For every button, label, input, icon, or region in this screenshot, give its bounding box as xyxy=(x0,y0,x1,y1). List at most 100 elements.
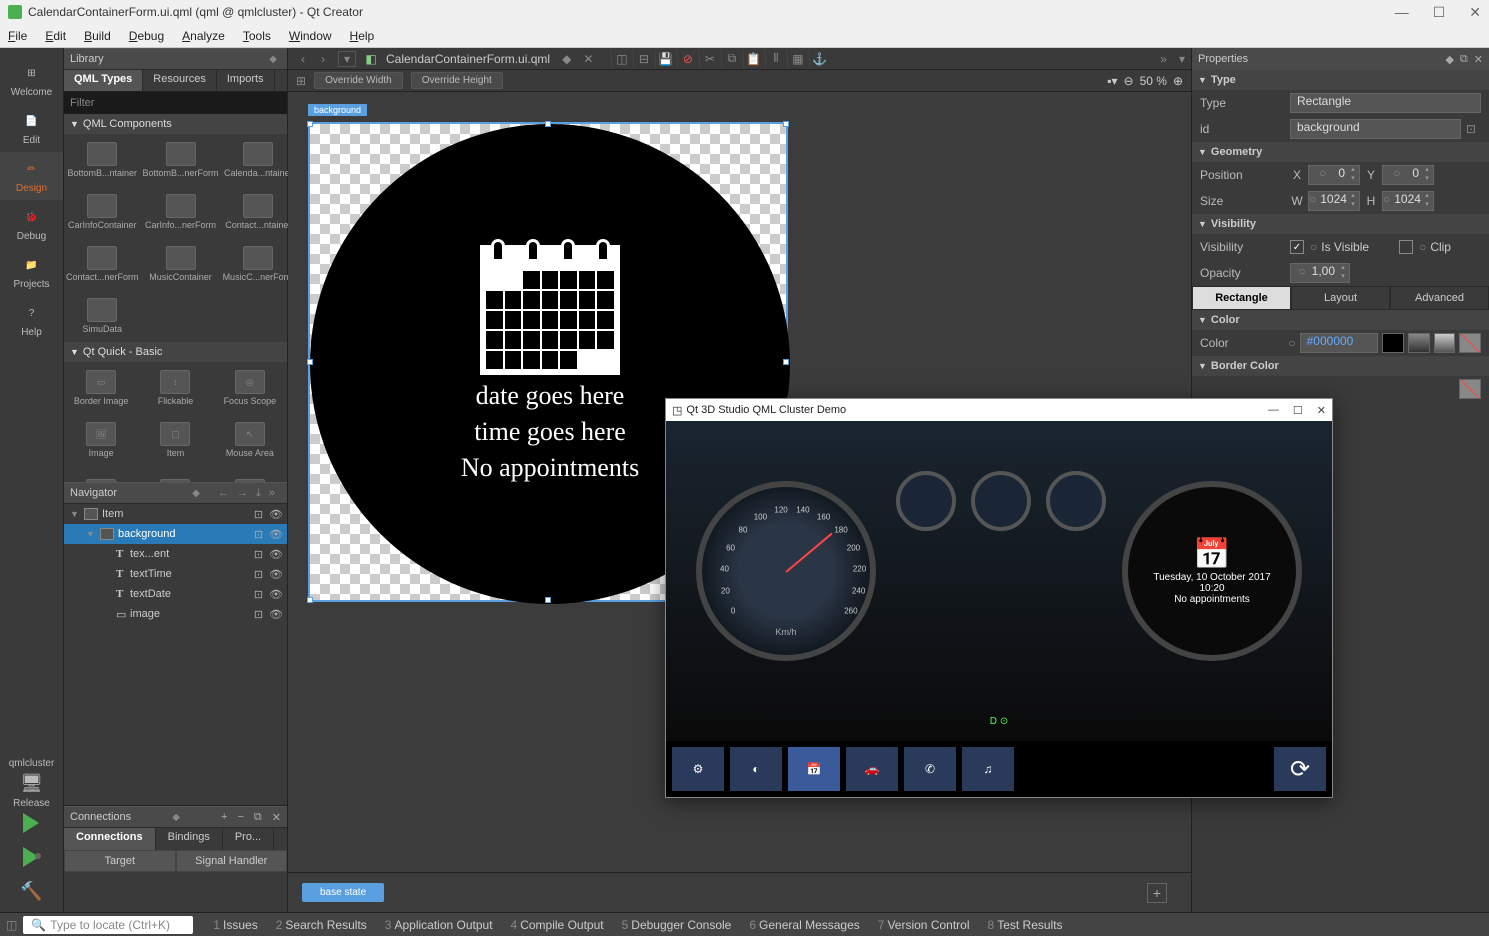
phone-button[interactable]: ✆ xyxy=(904,747,956,791)
speed-button[interactable]: ◐ xyxy=(730,747,782,791)
close-icon[interactable]: ✕ xyxy=(1317,404,1326,417)
tab-qml-types[interactable]: QML Types xyxy=(64,70,143,91)
zoom-inc-icon[interactable]: ⊕ xyxy=(1173,74,1183,88)
export-icon[interactable]: ⊡ xyxy=(254,568,263,581)
add-icon[interactable]: + xyxy=(221,811,227,824)
x-input[interactable]: ○0▴▾ xyxy=(1308,165,1360,185)
minimize-icon[interactable]: — xyxy=(1395,4,1409,21)
component-item[interactable]: Contact...ntainer xyxy=(221,186,297,238)
split-h-icon[interactable]: ◫ xyxy=(611,50,631,68)
output-pane-tab[interactable]: 1Issues xyxy=(213,918,257,932)
refresh-button[interactable]: ⟳ xyxy=(1274,747,1326,791)
settings-car-button[interactable]: ⚙ xyxy=(672,747,724,791)
output-pane-tab[interactable]: 5Debugger Console xyxy=(622,918,732,932)
dropdown-icon[interactable]: ◆ xyxy=(188,488,204,499)
visibility-icon[interactable]: 👁 xyxy=(269,568,283,581)
output-pane-tab[interactable]: 8Test Results xyxy=(988,918,1063,932)
save-icon[interactable]: 💾 xyxy=(655,50,675,68)
run-debug-button[interactable] xyxy=(23,847,39,867)
monitor-icon[interactable]: 🖥 xyxy=(0,773,64,794)
nav-back-icon[interactable]: ← xyxy=(218,487,229,499)
visibility-icon[interactable]: 👁 xyxy=(269,608,283,621)
overflow-dropdown-icon[interactable]: ▾ xyxy=(1179,52,1185,66)
color-swatch[interactable] xyxy=(1382,333,1404,353)
basic-item[interactable]: ↕Flickable xyxy=(138,362,212,414)
id-input[interactable]: background xyxy=(1290,119,1461,139)
menu-tools[interactable]: Tools xyxy=(243,29,271,43)
height-input[interactable]: ○1024▴▾ xyxy=(1382,191,1434,211)
gradient2-swatch[interactable] xyxy=(1434,333,1456,353)
tab-properties[interactable]: Pro... xyxy=(223,828,274,850)
demo-window[interactable]: ◳ Qt 3D Studio QML Cluster Demo — ☐ ✕ Km… xyxy=(665,398,1333,798)
split-v-icon[interactable]: ⊟ xyxy=(633,50,653,68)
nav-more-icon[interactable]: » xyxy=(269,487,275,499)
menu-edit[interactable]: Edit xyxy=(45,29,66,43)
output-pane-tab[interactable]: 4Compile Output xyxy=(511,918,604,932)
close-icon[interactable]: ✕ xyxy=(1469,4,1481,21)
override-width-chip[interactable]: Override Width xyxy=(314,72,403,89)
nav-item[interactable]: Ttex...ent⊡👁 xyxy=(64,544,287,564)
close-file-icon[interactable]: ✕ xyxy=(583,52,593,66)
car-info-button[interactable]: 🚗 xyxy=(846,747,898,791)
minimize-icon[interactable]: — xyxy=(1268,404,1279,417)
visibility-icon[interactable]: 👁 xyxy=(269,548,283,561)
gradient-swatch[interactable] xyxy=(1408,333,1430,353)
width-input[interactable]: ○1024▴▾ xyxy=(1308,191,1360,211)
y-input[interactable]: ○0▴▾ xyxy=(1382,165,1434,185)
dropdown-icon[interactable]: ◆ xyxy=(265,54,281,65)
cancel-icon[interactable]: ⊘ xyxy=(677,50,697,68)
mode-help[interactable]: ? Help xyxy=(0,296,63,344)
remove-icon[interactable]: − xyxy=(237,811,243,824)
export-icon[interactable]: ⊡ xyxy=(254,588,263,601)
copy-icon[interactable]: ⧉ xyxy=(721,50,741,68)
menu-analyze[interactable]: Analyze xyxy=(182,29,225,43)
none-swatch[interactable] xyxy=(1459,333,1481,353)
basic-item[interactable]: ◎Focus Scope xyxy=(213,362,287,414)
nav-item[interactable]: ▼background⊡👁 xyxy=(64,524,287,544)
section-qt-quick-basic[interactable]: ▼Qt Quick - Basic xyxy=(64,342,287,362)
run-button[interactable] xyxy=(23,813,39,833)
menu-window[interactable]: Window xyxy=(289,29,332,43)
mode-projects[interactable]: 📁 Projects xyxy=(0,248,63,296)
component-item[interactable]: MusicContainer xyxy=(141,238,221,290)
menu-file[interactable]: File xyxy=(8,29,27,43)
tab-advanced[interactable]: Advanced xyxy=(1390,286,1489,310)
locator-input[interactable]: 🔍 Type to locate (Ctrl+K) xyxy=(23,916,193,934)
export-icon[interactable]: ⊡ xyxy=(1461,122,1481,136)
component-item[interactable]: BottomB...ntainer xyxy=(64,134,141,186)
maximize-icon[interactable]: ☐ xyxy=(1433,4,1446,21)
detach-icon[interactable]: ⧉ xyxy=(1460,53,1468,66)
component-item[interactable]: BottomB...nerForm xyxy=(141,134,221,186)
nav-item[interactable]: ▭image⊡👁 xyxy=(64,604,287,624)
color-hex-input[interactable]: #000000 xyxy=(1300,333,1379,353)
output-pane-tab[interactable]: 2Search Results xyxy=(276,918,367,932)
basic-item[interactable]: ▭Border Image xyxy=(64,362,138,414)
tab-connections[interactable]: Connections xyxy=(64,828,156,850)
mode-design[interactable]: ✏ Design xyxy=(0,152,63,200)
file-dropdown-icon[interactable]: ▾ xyxy=(338,51,356,67)
zoom-mode-icon[interactable]: ▪▾ xyxy=(1107,74,1117,88)
align-icon[interactable]: ⫴ xyxy=(765,50,785,68)
mode-welcome[interactable]: ⊞ Welcome xyxy=(0,56,63,104)
basic-item[interactable]: 🖼Image xyxy=(64,414,138,466)
export-icon[interactable]: ⊡ xyxy=(254,528,263,541)
mode-debug[interactable]: 🐞 Debug xyxy=(0,200,63,248)
export-icon[interactable]: ⊡ xyxy=(254,548,263,561)
menu-help[interactable]: Help xyxy=(350,29,375,43)
add-state-button[interactable]: + xyxy=(1147,883,1167,903)
signal-handler-column[interactable]: Signal Handler xyxy=(176,850,288,872)
build-button[interactable]: 🔨 xyxy=(20,881,42,902)
nav-down-icon[interactable]: ⤓ xyxy=(256,487,261,500)
menu-debug[interactable]: Debug xyxy=(129,29,164,43)
grid-toggle-icon[interactable]: ⊞ xyxy=(296,74,306,88)
music-button[interactable]: ♫ xyxy=(962,747,1014,791)
export-icon[interactable]: ⊡ xyxy=(254,608,263,621)
override-height-chip[interactable]: Override Height xyxy=(411,72,503,89)
component-item[interactable]: Contact...nerForm xyxy=(64,238,141,290)
dropdown-icon[interactable]: ◆ xyxy=(168,812,184,823)
nav-back-icon[interactable]: ‹ xyxy=(294,51,312,67)
output-pane-tab[interactable]: 7Version Control xyxy=(878,918,970,932)
visibility-icon[interactable]: 👁 xyxy=(269,528,283,541)
close-panel-icon[interactable]: ✕ xyxy=(272,811,281,824)
visibility-icon[interactable]: 👁 xyxy=(269,508,283,521)
